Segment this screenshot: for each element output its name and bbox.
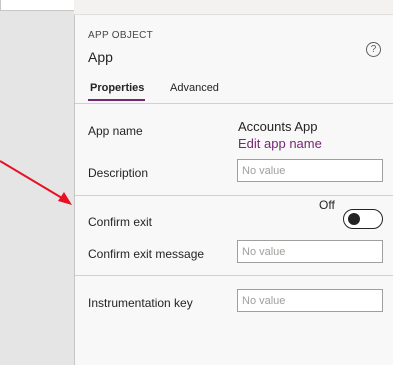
confirm-exit-message-label: Confirm exit message [88,247,205,261]
active-tab-indicator [88,99,145,101]
toggle-knob [348,213,360,225]
confirm-exit-label: Confirm exit [88,215,153,229]
confirm-exit-state: Off [319,198,335,212]
divider [75,195,393,196]
object-title: App [88,49,113,65]
edit-app-name-link[interactable]: Edit app name [238,136,322,151]
description-input[interactable]: No value [237,159,383,182]
app-name-label: App name [88,124,143,138]
object-type-label: APP OBJECT [88,30,154,41]
confirm-exit-toggle[interactable] [343,209,383,229]
top-toolbar-strip [74,0,393,15]
instrumentation-key-label: Instrumentation key [88,296,193,310]
help-icon[interactable]: ? [366,42,381,57]
tab-advanced[interactable]: Advanced [170,82,219,102]
divider [75,103,393,104]
properties-pane: APP OBJECT App ? Properties Advanced App… [74,15,393,365]
confirm-exit-message-input[interactable]: No value [237,240,383,263]
description-label: Description [88,166,149,180]
app-name-value: Accounts App [238,119,318,134]
divider [75,275,393,276]
annotation-arrow [0,160,72,205]
instrumentation-key-input[interactable]: No value [237,289,383,312]
